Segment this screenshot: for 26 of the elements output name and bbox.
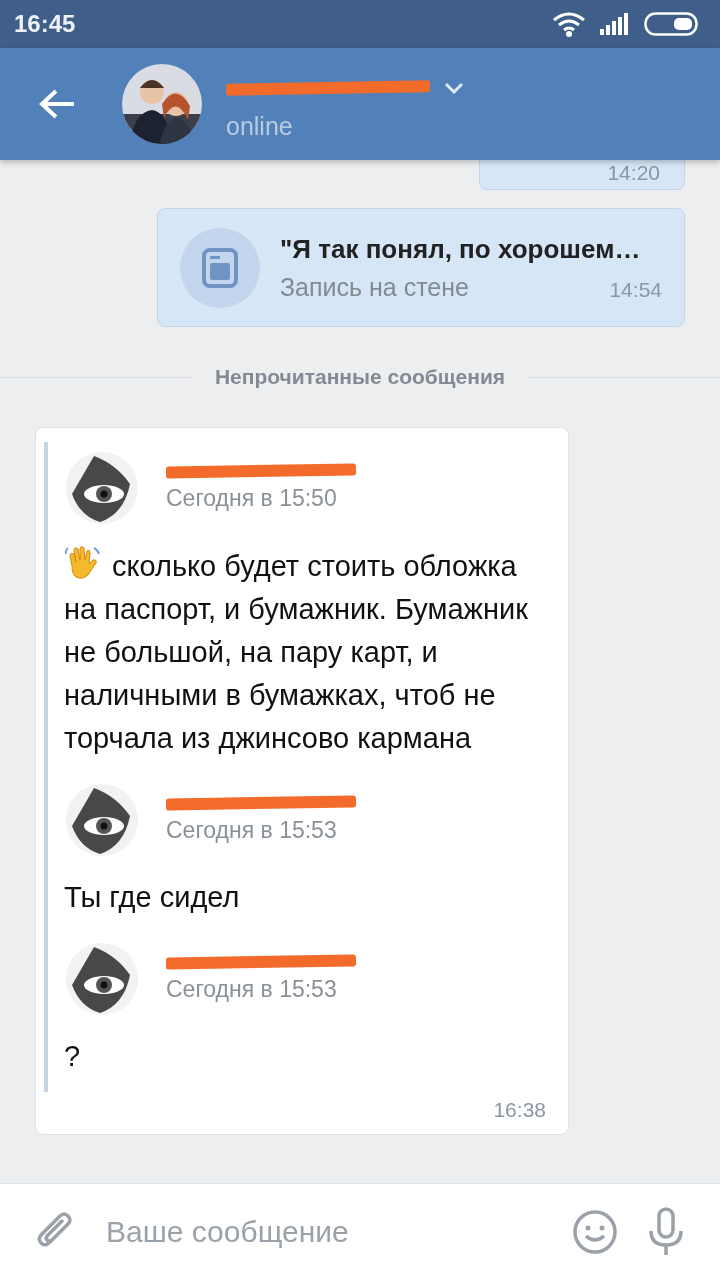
eye-avatar-icon [64,941,140,1017]
message-time: 16:38 [493,1098,546,1122]
message-time: 14:54 [609,277,662,302]
message-text: сколько будет стоить обложка на паспорт, и бумажник. Бумажник не большой, на пару карт, и наличными в бумажках, чтоб не торчала из джинсово кармана [64,544,534,760]
message-text: ? [64,1039,82,1074]
message-time: 14:20 [607,161,660,185]
message-date: Сегодня в 15:53 [166,975,338,1003]
post-icon [202,247,238,288]
post-title: "Я так понял, по хорошем… [280,233,642,265]
message-date: Сегодня в 15:53 [166,816,338,844]
battery-icon [644,12,698,36]
emoji-button[interactable] [572,1209,618,1255]
message-date: Сегодня в 15:50 [166,484,338,512]
signal-icon [600,13,630,35]
eye-avatar-icon [64,450,140,526]
eye-avatar-icon [64,782,140,858]
unread-divider-label: Непрочитанные сообщения [214,365,506,389]
microphone-button[interactable] [646,1207,686,1257]
status-time: 16:45 [14,10,76,38]
wifi-icon [552,11,586,37]
message-text: Ты где сидел [64,880,241,915]
chevron-down-icon[interactable] [444,81,464,94]
online-status: online [226,111,294,141]
waving-hand-icon [64,544,102,582]
post-subtitle: Запись на стене [280,272,469,302]
wall-post-bubble[interactable]: "Я так понял, по хорошем… Запись на стене 14:54 [157,208,685,327]
